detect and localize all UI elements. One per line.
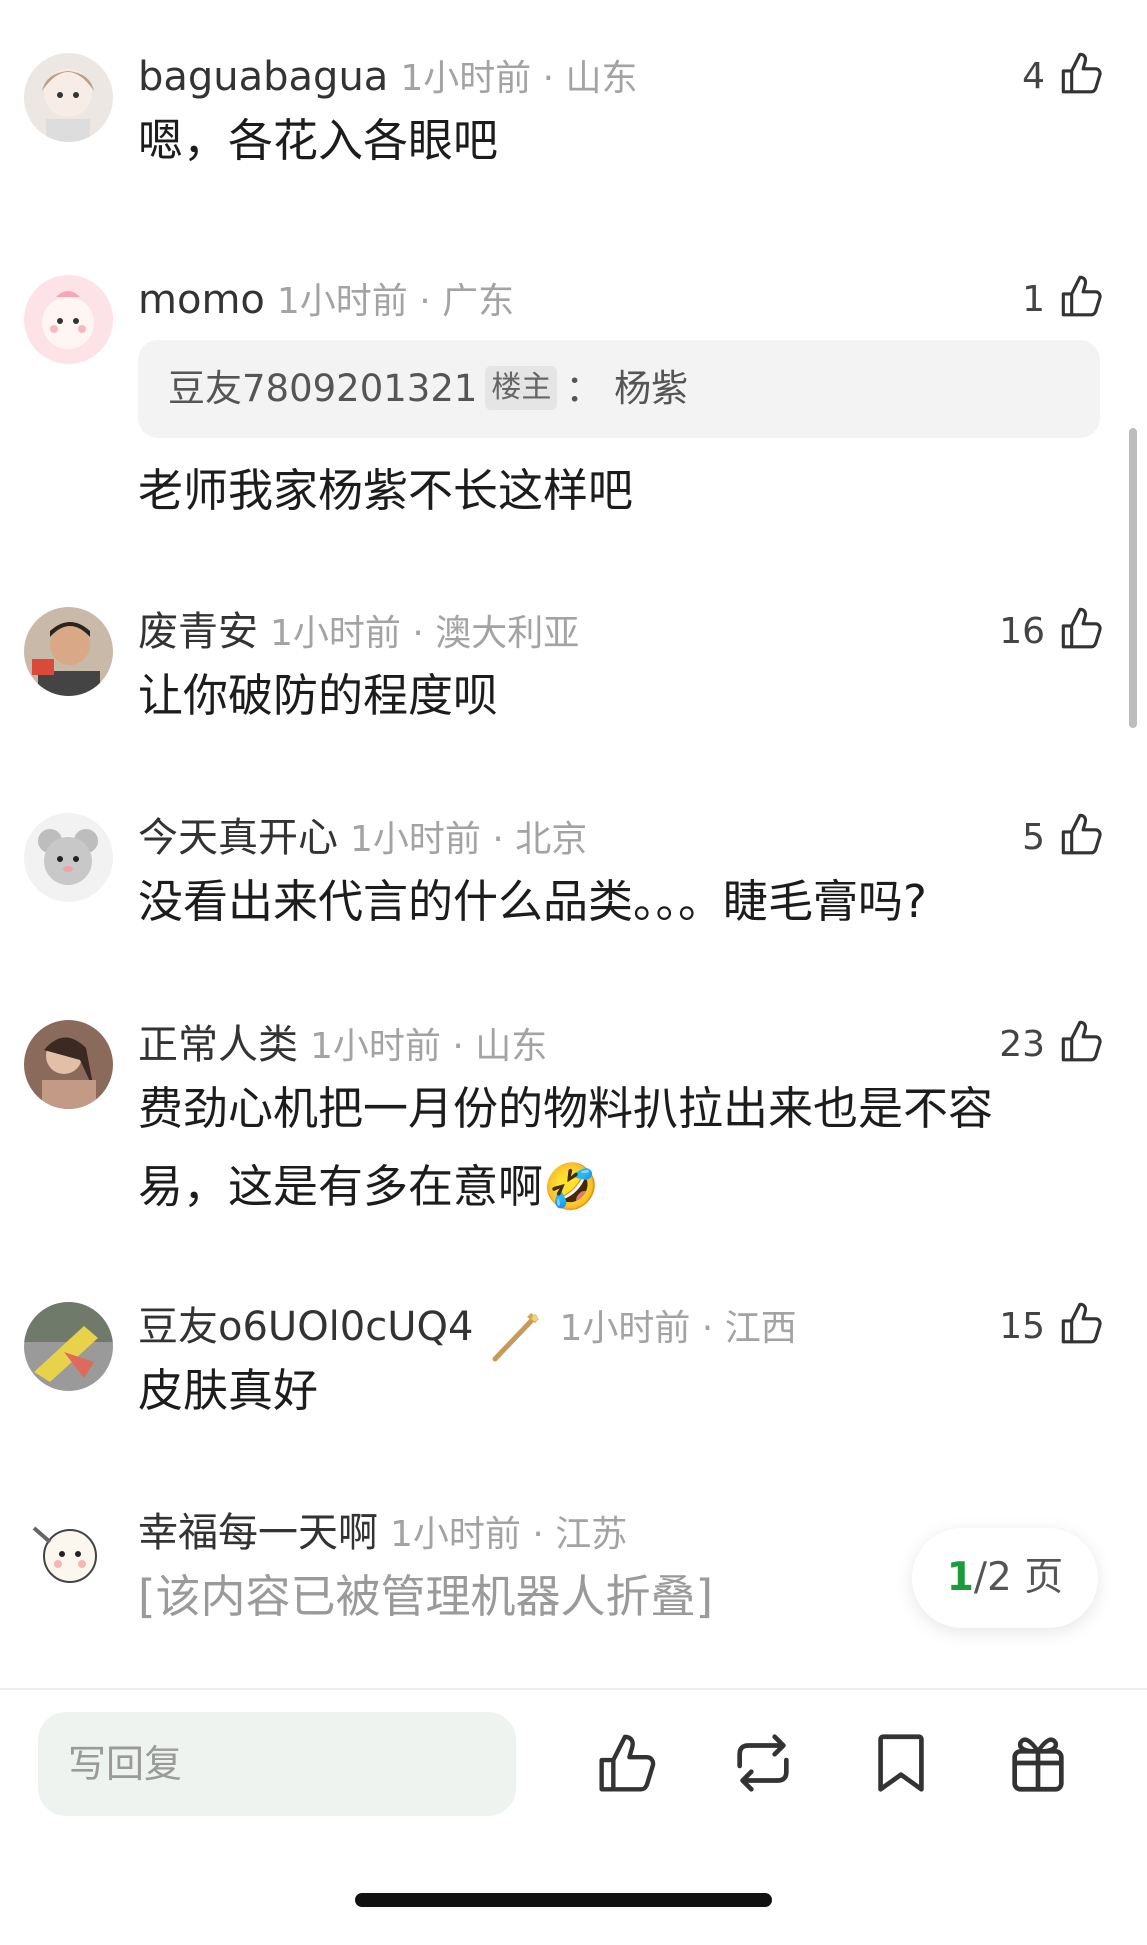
like-button[interactable]: 16 (999, 605, 1105, 659)
username[interactable]: 幸福每一天啊 (138, 1510, 378, 1556)
scrollbar[interactable] (1129, 428, 1137, 728)
avatar[interactable] (24, 607, 113, 696)
comment-meta: momo 1小时前 · 广东 (138, 273, 514, 327)
timestamp-location: 1小时前 · 山东 (400, 58, 638, 99)
thumbs-up-icon (1061, 607, 1102, 649)
like-count: 4 (1022, 56, 1045, 97)
comment-text: 嗯，各花入各眼吧 (138, 114, 499, 167)
avatar[interactable] (24, 1020, 113, 1109)
timestamp-location: 1小时前 · 澳大利亚 (270, 613, 580, 654)
avatar[interactable] (24, 1302, 113, 1391)
gift-icon[interactable] (1003, 1728, 1073, 1798)
thumbs-up-icon (1061, 1020, 1102, 1062)
quoted-text: 杨紫 (614, 367, 689, 410)
quoted-comment[interactable]: 豆友7809201321 楼主： 杨紫 (138, 340, 1100, 438)
rofl-emoji-icon: 🤣 (543, 1160, 600, 1213)
avatar[interactable] (24, 1508, 113, 1597)
comment-text: 费劲心机把一月份的物料扒拉出来也是不容易，这是有多在意啊🤣 (138, 1070, 1078, 1226)
username[interactable]: 豆友o6UOl0cUQ4 (138, 1304, 473, 1350)
comment-text: 老师我家杨紫不长这样吧 (138, 464, 634, 517)
page-indicator[interactable]: 1/2 页 (912, 1528, 1098, 1628)
username[interactable]: baguabagua (138, 54, 388, 100)
comment-meta: 废青安 1小时前 · 澳大利亚 (138, 605, 579, 659)
like-count: 23 (999, 1024, 1045, 1065)
repost-icon[interactable] (728, 1728, 798, 1798)
username[interactable]: 正常人类 (138, 1022, 298, 1068)
timestamp-location: 1小时前 · 江西 (559, 1308, 797, 1349)
timestamp-location: 1小时前 · 广东 (276, 281, 515, 322)
like-button[interactable]: 15 (999, 1300, 1105, 1354)
username[interactable]: momo (138, 277, 265, 323)
thumbs-up-icon (1061, 52, 1102, 94)
timestamp-location: 1小时前 · 山东 (310, 1026, 548, 1067)
home-indicator[interactable] (355, 1893, 772, 1907)
like-button[interactable]: 23 (999, 1018, 1105, 1072)
current-page: 1 (946, 1555, 974, 1600)
comment-meta: 正常人类 1小时前 · 山东 (138, 1018, 547, 1072)
comment-meta: 今天真开心 1小时前 · 北京 (138, 811, 587, 865)
quoted-username: 豆友7809201321 (168, 367, 478, 410)
like-count: 5 (1022, 817, 1045, 858)
comment-text: 皮肤真好 (138, 1364, 319, 1417)
comment-meta: 豆友o6UOl0cUQ4 1小时前 · 江西 (138, 1300, 797, 1361)
like-count: 16 (999, 611, 1045, 652)
thumbs-up-icon (1061, 1302, 1102, 1344)
quote-separator: ： (565, 367, 603, 410)
like-button[interactable]: 1 (1022, 273, 1105, 327)
page-unit: 页 (1011, 1555, 1064, 1600)
timestamp-location: 1小时前 · 江苏 (390, 1514, 628, 1555)
like-button[interactable]: 5 (1022, 811, 1105, 865)
timestamp-location: 1小时前 · 北京 (350, 819, 588, 860)
owner-badge: 楼主 (485, 365, 558, 410)
thumbs-up-icon (1061, 813, 1102, 855)
comment-text: 让你破防的程度呗 (138, 669, 499, 722)
avatar[interactable] (24, 53, 113, 142)
username[interactable]: 废青安 (138, 609, 258, 655)
comment-meta: 幸福每一天啊 1小时前 · 江苏 (138, 1506, 627, 1560)
reply-input[interactable]: 写回复 (38, 1712, 516, 1816)
avatar[interactable] (24, 275, 113, 364)
comment-text: 没看出来代言的什么品类。。。睫毛膏吗? (138, 875, 927, 928)
bookmark-icon[interactable] (866, 1728, 936, 1798)
username[interactable]: 今天真开心 (138, 815, 338, 861)
like-count: 15 (999, 1306, 1045, 1347)
total-pages: /2 (973, 1555, 1012, 1600)
thumbs-up-icon (1061, 275, 1102, 317)
like-icon[interactable] (590, 1728, 660, 1798)
comment-meta: baguabagua 1小时前 · 山东 (138, 50, 638, 104)
like-count: 1 (1022, 279, 1045, 320)
avatar[interactable] (24, 813, 113, 902)
like-button[interactable]: 4 (1022, 50, 1105, 104)
